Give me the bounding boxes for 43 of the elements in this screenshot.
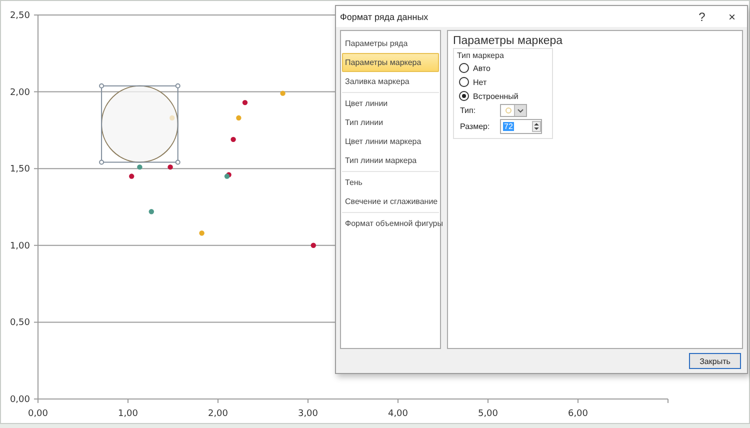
tick-label: 1,00 (10, 241, 30, 252)
close-dialog-button[interactable]: Закрыть (689, 353, 741, 369)
tick-label: 5,00 (478, 409, 498, 419)
panel-heading: Параметры маркера (453, 35, 563, 47)
radio-icon[interactable] (459, 91, 469, 101)
tick-label: 0,00 (10, 395, 30, 405)
group-title: Тип маркера (457, 51, 505, 60)
category-item[interactable]: Параметры маркера (342, 53, 439, 72)
close-button[interactable]: × (717, 6, 747, 27)
radio-label: Нет (473, 78, 487, 86)
caret-icon (514, 105, 526, 116)
radio-option[interactable]: Авто (457, 62, 549, 74)
radio-label: Авто (473, 64, 490, 72)
category-item[interactable]: Цвет линии маркера (342, 132, 439, 151)
tick-label: 1,50 (10, 164, 30, 175)
help-button[interactable]: ? (687, 6, 717, 27)
tick-label: 0,50 (10, 318, 30, 328)
circle-marker-icon (505, 107, 512, 114)
category-item[interactable]: Тень (342, 173, 439, 192)
radio-option[interactable]: Встроенный (457, 90, 549, 102)
tick-label: 3,00 (298, 409, 318, 419)
field-label: Тип: (460, 106, 477, 115)
field-label: Размер: (460, 122, 491, 131)
radio-option[interactable]: Нет (457, 76, 549, 88)
category-item[interactable]: Тип линии маркера (342, 151, 439, 170)
category-item[interactable]: Свечение и сглаживание (342, 192, 439, 211)
tick-label: 2,50 (10, 11, 30, 21)
tick-label: 1,00 (118, 409, 138, 419)
tick-label: 6,00 (568, 409, 588, 419)
category-item[interactable]: Параметры ряда (342, 34, 439, 53)
tick-label: 4,00 (388, 409, 408, 419)
dialog-title: Формат ряда данных (340, 12, 430, 22)
category-item[interactable]: Тип линии (342, 113, 439, 132)
category-item[interactable]: Цвет линии (342, 94, 439, 113)
marker-type-dropdown[interactable] (500, 104, 527, 117)
radio-label: Встроенный (473, 92, 518, 100)
radio-icon[interactable] (459, 63, 469, 73)
spin-button[interactable] (532, 121, 541, 132)
tick-label: 2,00 (10, 88, 30, 98)
radio-icon[interactable] (459, 77, 469, 87)
tick-label: 2,00 (208, 409, 228, 419)
tick-label: 0,00 (28, 409, 48, 419)
category-item[interactable]: Заливка маркера (342, 72, 439, 91)
